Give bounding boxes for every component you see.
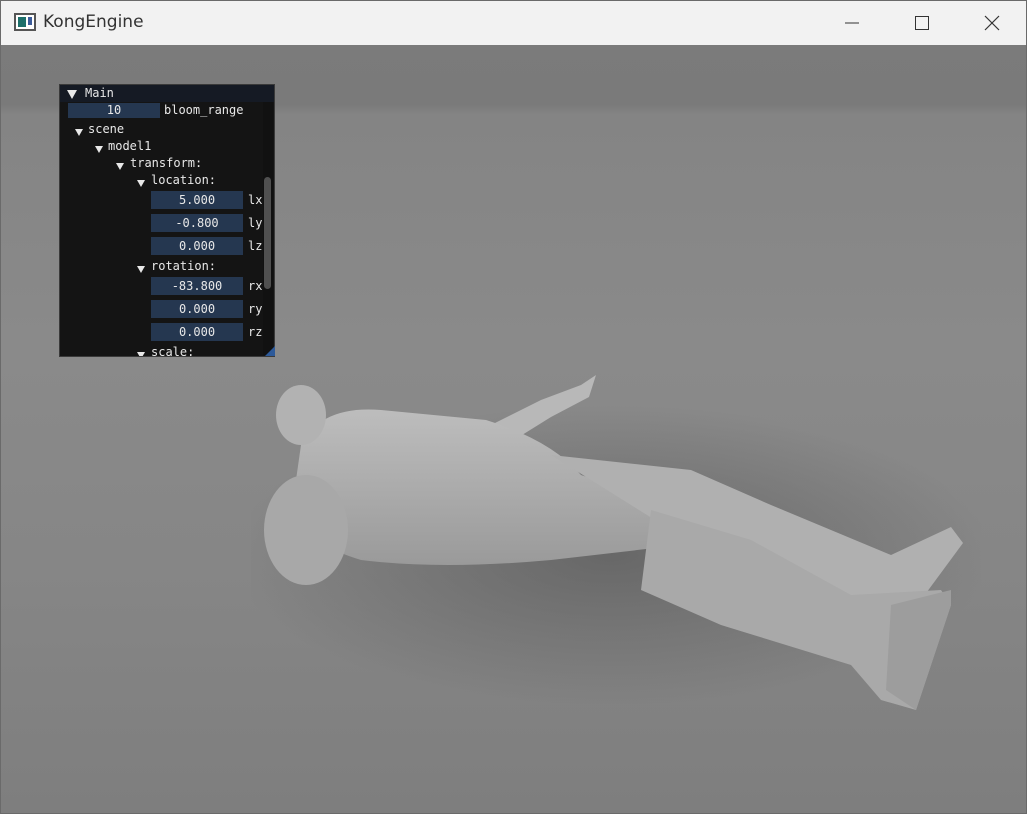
tree-node-transform[interactable]: transform:	[130, 156, 202, 170]
tree-node-model1[interactable]: model1	[108, 139, 151, 153]
bloom-range-label: bloom_range	[164, 103, 244, 117]
panel-title: Main	[85, 86, 114, 100]
triangle-down-icon	[137, 180, 145, 187]
rotation-x-input[interactable]: -83.800	[151, 277, 243, 295]
tree-node-transform-toggle[interactable]	[116, 159, 124, 173]
location-y-label: ly	[248, 216, 263, 230]
close-button[interactable]	[957, 1, 1026, 45]
triangle-down-icon	[137, 352, 145, 356]
tree-node-scene[interactable]: scene	[88, 122, 124, 136]
tree-node-rotation-toggle[interactable]	[137, 262, 145, 276]
panel-resize-grip[interactable]	[265, 346, 275, 356]
maximize-icon	[915, 16, 929, 30]
rotation-y-input[interactable]: 0.000	[151, 300, 243, 318]
panel-scrollbar-thumb[interactable]	[264, 177, 271, 289]
bloom-range-input[interactable]: 10	[68, 103, 160, 118]
minimize-icon	[845, 22, 859, 24]
rotation-y-label: ry	[248, 302, 263, 316]
app-icon	[14, 13, 36, 31]
triangle-down-icon	[67, 90, 77, 99]
close-icon	[984, 15, 1000, 31]
tree-node-location[interactable]: location:	[151, 173, 216, 187]
triangle-down-icon	[137, 266, 145, 273]
window-title: KongEngine	[43, 12, 144, 32]
tree-node-scene-toggle[interactable]	[75, 125, 83, 139]
location-y-input[interactable]: -0.800	[151, 214, 243, 232]
panel-collapse-toggle[interactable]	[67, 88, 77, 102]
location-x-input[interactable]: 5.000	[151, 191, 243, 209]
maximize-button[interactable]	[887, 1, 957, 45]
main-inspector-panel[interactable]: Main 10 bloom_range scene model1 transfo…	[59, 84, 275, 357]
tree-node-rotation[interactable]: rotation:	[151, 259, 216, 273]
location-z-input[interactable]: 0.000	[151, 237, 243, 255]
triangle-down-icon	[116, 163, 124, 170]
rotation-z-label: rz	[248, 325, 263, 339]
tree-node-scale[interactable]: scale:	[151, 345, 194, 356]
tree-node-location-toggle[interactable]	[137, 176, 145, 190]
triangle-down-icon	[75, 129, 83, 136]
tree-node-scale-toggle[interactable]	[137, 348, 145, 356]
minimize-button[interactable]	[817, 1, 887, 45]
title-bar[interactable]: KongEngine	[1, 1, 1026, 45]
triangle-down-icon	[95, 146, 103, 153]
rotation-x-label: rx	[248, 279, 263, 293]
rotation-z-input[interactable]: 0.000	[151, 323, 243, 341]
location-x-label: lx	[248, 193, 263, 207]
location-z-label: lz	[248, 239, 263, 253]
tree-node-model-toggle[interactable]	[95, 142, 103, 156]
rendered-3d-figure	[251, 375, 981, 710]
app-window: KongEngine Main 10 bloom_range scene mod…	[0, 0, 1027, 814]
